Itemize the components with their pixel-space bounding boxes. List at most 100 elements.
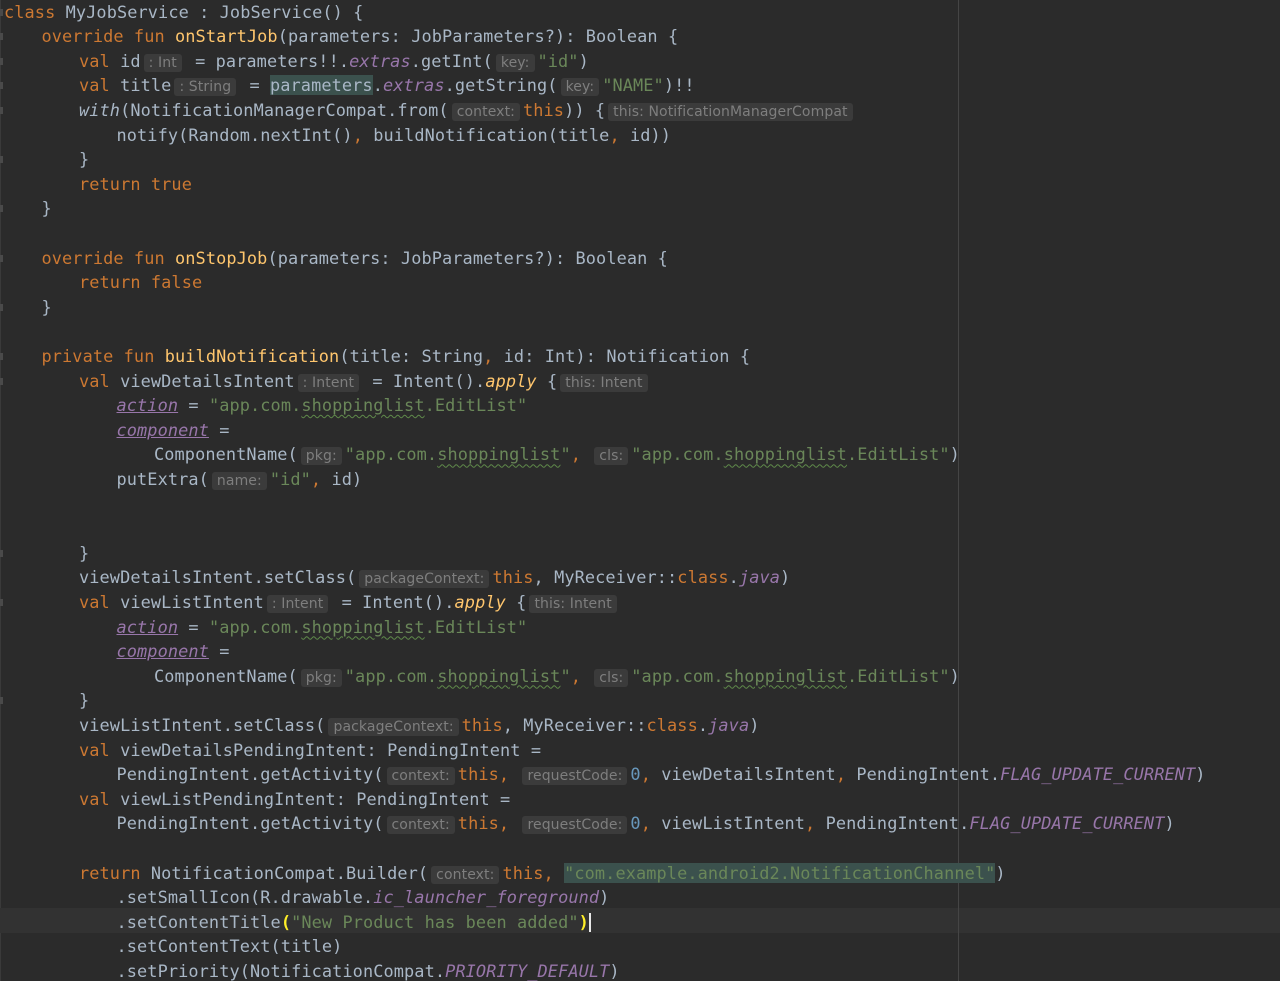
- code-token: FLAG_UPDATE_CURRENT: [969, 813, 1165, 834]
- code-token: ): [609, 960, 620, 981]
- code-token: ic_launcher_foreground: [373, 887, 600, 908]
- fold-marker[interactable]: [0, 156, 3, 164]
- code-line[interactable]: val id: Int = parameters!!.extras.getInt…: [79, 49, 589, 74]
- fold-marker[interactable]: [0, 549, 3, 557]
- code-line[interactable]: override fun onStopJob(parameters: JobPa…: [42, 246, 668, 271]
- fold-marker[interactable]: [0, 697, 3, 705]
- code-token: "app.com.: [344, 444, 438, 465]
- code-line[interactable]: val viewListIntent: Intent = Intent().ap…: [79, 590, 620, 615]
- inlay-hint: cls:: [594, 668, 629, 687]
- inlay-hint: : Int: [143, 53, 182, 72]
- code-line[interactable]: viewListIntent.setClass(packageContext: t…: [79, 713, 760, 738]
- fold-marker[interactable]: [0, 106, 3, 114]
- code-line[interactable]: component =: [117, 418, 230, 443]
- fold-marker[interactable]: [0, 254, 3, 262]
- code-line[interactable]: return false: [79, 270, 202, 295]
- code-token: val: [79, 50, 110, 71]
- code-token: return: [79, 862, 141, 883]
- fold-marker[interactable]: [0, 33, 3, 41]
- code-token: shoppinglist: [437, 665, 561, 686]
- code-line[interactable]: action = "app.com.shoppinglist.EditList": [117, 393, 528, 418]
- code-token: component: [116, 641, 209, 662]
- code-token: "app.com.: [631, 665, 724, 686]
- inlay-hint: pkg:: [300, 447, 342, 466]
- code-line[interactable]: val viewDetailsIntent: Intent = Intent()…: [79, 369, 651, 394]
- code-line[interactable]: notify(Random.nextInt(), buildNotificati…: [117, 123, 672, 148]
- code-line[interactable]: return true: [79, 172, 192, 197]
- code-line[interactable]: putExtra(name: "id", id): [117, 467, 363, 492]
- code-token: }: [79, 149, 90, 170]
- fold-marker[interactable]: [0, 8, 3, 16]
- fold-marker[interactable]: [0, 57, 3, 65]
- code-token: ,: [498, 764, 510, 785]
- code-line[interactable]: .setPriority(NotificationCompat.PRIORITY…: [117, 959, 620, 981]
- code-token: extras: [382, 75, 445, 96]
- code-token: 0: [630, 813, 641, 834]
- code-line[interactable]: .setContentText(title): [117, 934, 343, 959]
- code-token: "app.com.: [208, 616, 302, 637]
- code-token: ,: [609, 124, 620, 145]
- code-token: ComponentName(: [154, 665, 298, 686]
- code-token: =: [178, 395, 209, 416]
- code-line[interactable]: }: [42, 196, 52, 221]
- code-token: id: [109, 50, 141, 71]
- code-token: override fun: [41, 26, 165, 47]
- fold-marker[interactable]: [0, 205, 3, 213]
- fold-marker[interactable]: [0, 352, 3, 360]
- code-line[interactable]: return NotificationCompat.Builder(contex…: [79, 861, 1006, 886]
- code-line[interactable]: }: [79, 541, 89, 566]
- inlay-hint: this: NotificationManagerCompat: [608, 102, 853, 121]
- code-line[interactable]: private fun buildNotification(title: Str…: [42, 344, 751, 369]
- code-token: viewListIntent: [650, 813, 806, 834]
- code-line[interactable]: }: [79, 688, 89, 713]
- inlay-hint: packageContext:: [359, 570, 490, 589]
- code-token: ,: [570, 665, 581, 686]
- code-line[interactable]: override fun onStartJob(parameters: JobP…: [42, 24, 679, 49]
- code-line[interactable]: val title: String = parameters.extras.ge…: [79, 73, 695, 98]
- inlay-hint: context:: [431, 865, 500, 884]
- fold-marker[interactable]: [0, 598, 3, 606]
- code-line[interactable]: val viewListPendingIntent: PendingIntent…: [79, 787, 510, 812]
- code-token: {: [536, 370, 558, 391]
- code-line[interactable]: class MyJobService : JobService() {: [4, 0, 363, 24]
- code-line[interactable]: }: [42, 295, 52, 320]
- code-token: extras: [349, 50, 411, 71]
- code-line[interactable]: ComponentName(pkg: "app.com.shoppinglist"…: [154, 442, 960, 467]
- code-token: ): [749, 714, 760, 735]
- code-token: action: [116, 395, 179, 416]
- code-token: )!!: [663, 75, 695, 96]
- code-token: .getString(: [444, 75, 558, 96]
- code-line[interactable]: .setContentTitle("New Product has been a…: [117, 910, 591, 935]
- code-line[interactable]: PendingIntent.getActivity(context: this, …: [117, 811, 1175, 836]
- code-line[interactable]: component =: [117, 639, 230, 664]
- code-line[interactable]: .setSmallIcon(R.drawable.ic_launcher_for…: [117, 885, 610, 910]
- code-token: action: [116, 616, 179, 637]
- code-token: }: [41, 296, 52, 317]
- code-line[interactable]: viewDetailsIntent.setClass(packageContex…: [79, 565, 790, 590]
- code-line[interactable]: ComponentName(pkg: "app.com.shoppinglist"…: [154, 664, 960, 689]
- fold-marker[interactable]: [0, 377, 3, 385]
- code-token: (parameters: JobParameters?): Boolean {: [277, 26, 679, 47]
- code-line[interactable]: with(NotificationManagerCompat.from(cont…: [79, 98, 856, 123]
- code-line[interactable]: val viewDetailsPendingIntent: PendingInt…: [79, 738, 541, 763]
- code-token: ,: [502, 714, 513, 735]
- code-token: ,: [835, 764, 847, 785]
- code-line[interactable]: PendingIntent.getActivity(context: this, …: [117, 762, 1206, 787]
- text-caret: [588, 913, 591, 933]
- fold-marker[interactable]: [0, 82, 3, 90]
- code-token: ): [578, 50, 589, 71]
- code-token: {: [505, 591, 527, 612]
- code-token: }: [79, 542, 90, 563]
- fold-marker[interactable]: [0, 303, 3, 311]
- code-editor[interactable]: class MyJobService : JobService() {overr…: [0, 0, 1280, 981]
- code-token: PendingIntent.getActivity(: [116, 764, 384, 785]
- code-token: .: [372, 75, 383, 96]
- code-line[interactable]: }: [79, 147, 89, 172]
- code-token: apply: [485, 370, 537, 391]
- code-token: ,: [640, 813, 651, 834]
- code-line[interactable]: action = "app.com.shoppinglist.EditList": [117, 615, 528, 640]
- code-token: return true: [79, 173, 192, 194]
- code-token: putExtra(: [116, 468, 209, 489]
